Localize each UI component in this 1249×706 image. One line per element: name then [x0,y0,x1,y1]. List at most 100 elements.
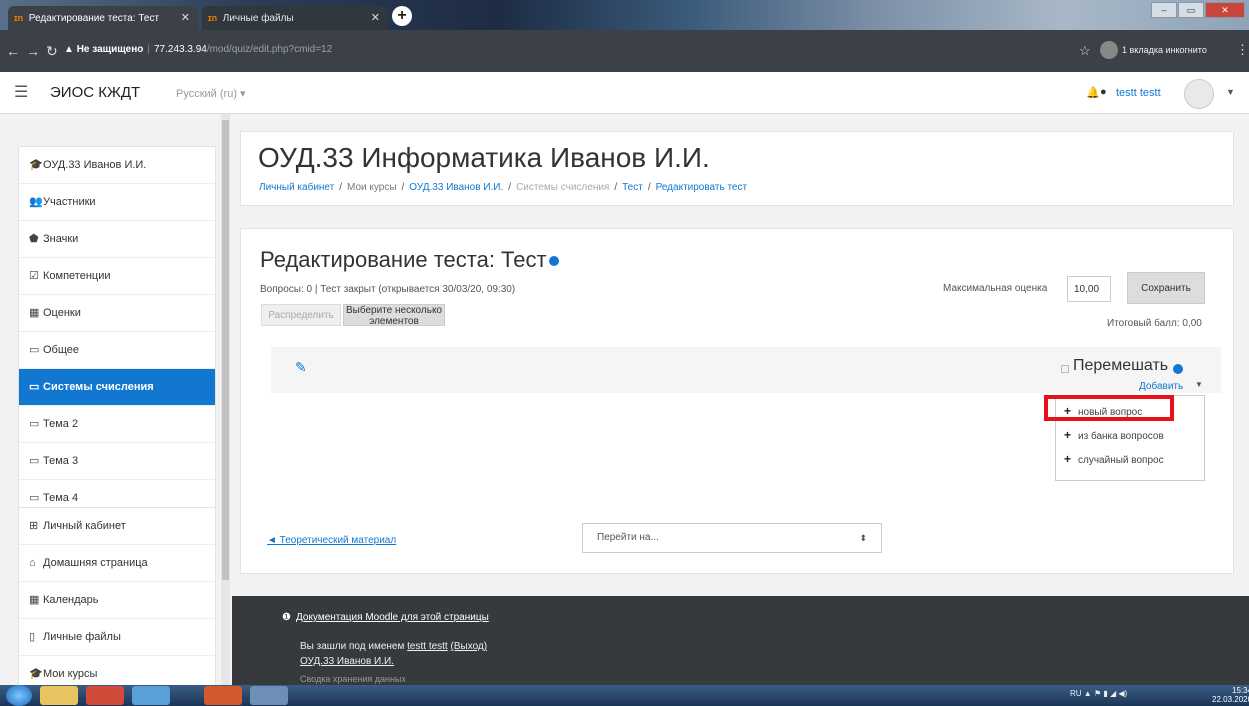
url-path: /mod/quiz/edit.php?cmid=12 [206,44,333,55]
menu-item-from-bank[interactable]: + из банка вопросов [1056,424,1206,446]
site-brand[interactable]: ЭИОС КЖДТ [50,84,140,101]
clock-date: 22.03.2020 [1212,695,1249,704]
moodle-docs-link[interactable]: Документация Moodle для этой страницы [296,612,489,623]
maximize-button[interactable]: ▭ [1178,2,1204,18]
shuffle-checkbox[interactable] [1061,365,1069,373]
reload-icon[interactable]: ↻ [46,43,58,60]
page-header: ОУД.33 Информатика Иванов И.И. Личный ка… [240,131,1234,206]
page-title: ОУД.33 Информатика Иванов И.И. [258,142,710,173]
menu-item-label: случайный вопрос [1078,455,1164,466]
section-header: ✎ Перемешать Добавить ▼ [271,347,1221,393]
site-nav-group: ⊞ Личный кабинет ⌂ Домашняя страница ▦ Кале… [18,507,216,685]
language-menu[interactable]: Русский (ru) ▾ [176,87,246,100]
browser-menu-icon[interactable]: ⋮ [1236,42,1249,58]
drawer-item-topic-2[interactable]: ▭ Тема 2 [19,406,215,443]
hamburger-menu-icon[interactable]: ☰ [14,82,28,102]
menu-item-random-question[interactable]: + случайный вопрос [1056,448,1206,470]
chevron-down-icon[interactable]: ▼ [1195,380,1203,389]
menu-item-label: из банка вопросов [1078,431,1164,442]
drawer-item-label: Личный кабинет [43,520,126,532]
max-grade-input[interactable] [1067,276,1111,302]
drawer-item-home[interactable]: ⌂ Домашняя страница [19,545,215,582]
add-menu-toggle[interactable]: Добавить [1139,381,1183,392]
drawer-item-badges[interactable]: ⬟ Значки [19,221,215,258]
scrollbar-thumb[interactable] [222,120,229,580]
windows-taskbar: RU ▲ ⚑ ▮ ◢ ◀) 15:34 22.03.2020 [0,685,1249,706]
plus-icon: + [1064,452,1072,466]
breadcrumb-course[interactable]: ОУД.33 Иванов И.И. [409,182,503,193]
tab-label: Личные файлы [222,13,294,24]
minimize-button[interactable]: – [1151,2,1177,18]
close-tab-icon[interactable]: ✕ [371,6,380,30]
jump-to-select[interactable]: Перейти на... ⬍ [582,523,882,553]
window-icon[interactable] [250,686,288,705]
url-host: 77.243.3.94 [154,44,207,55]
drawer-item-number-systems[interactable]: ▭ Системы счисления [19,369,215,406]
save-button[interactable]: Сохранить [1127,272,1205,304]
back-icon[interactable]: ← [6,43,20,59]
quiz-edit-panel: Редактирование теста: Тест Вопросы: 0 | … [240,228,1234,574]
drawer-scrollbar[interactable] [221,114,230,685]
breadcrumb-edit-quiz[interactable]: Редактировать тест [656,182,747,193]
media-icon[interactable] [132,686,170,705]
table-icon: ▦ [29,307,40,319]
drawer-item-private-files[interactable]: ▯ Личные файлы [19,619,215,656]
close-window-button[interactable]: ✕ [1205,2,1245,18]
browser-tab-bar: ɪn Редактирование теста: Тест ✕ ɪn Личны… [0,0,1249,30]
drawer-item-participants[interactable]: 👥Участники [19,184,215,221]
explorer-icon[interactable] [40,686,78,705]
drawer-item-course[interactable]: 🎓ОУД.33 Иванов И.И. [19,147,215,184]
bookmark-star-icon[interactable]: ☆ [1079,43,1091,59]
course-nav-group: 🎓ОУД.33 Иванов И.И. 👥Участники ⬟ Значки ☑… [18,146,216,518]
chrome-icon[interactable] [86,686,124,705]
drawer-item-general[interactable]: ▭ Общее [19,332,215,369]
total-grade: Итоговый балл: 0,00 [1107,318,1202,329]
breadcrumb-section: Системы счисления [516,182,610,193]
select-multiple-button[interactable]: Выберите несколько элементов [343,304,445,327]
url-field[interactable]: ▲ Не защищено | 77.243.3.94/mod/quiz/edit.… [64,44,332,55]
folder-icon: ▭ [29,418,40,430]
help-icon[interactable] [1173,364,1183,374]
start-button[interactable] [6,685,32,706]
drawer-item-label: Компетенции [43,270,111,282]
plus-icon: + [1064,428,1072,442]
address-bar: ← → ↻ ▲ Не защищено | 77.243.3.94/mod/quiz… [0,30,1249,72]
chevron-down-icon[interactable]: ▼ [1226,87,1235,97]
drawer-item-dashboard[interactable]: ⊞ Личный кабинет [19,508,215,545]
tab-personal-files[interactable]: ɪn Личные файлы ✕ [202,6,388,30]
user-name[interactable]: testt testt [1116,87,1161,99]
language-indicator[interactable]: RU [1070,689,1082,698]
breadcrumb: Личный кабинет / Мои курсы / ОУД.33 Иванов И… [259,182,748,193]
drawer-item-label: Календарь [43,594,99,606]
drawer-item-my-courses[interactable]: 🎓Мои курсы [19,656,215,685]
logout-link[interactable]: (Выход) [451,641,488,652]
help-icon[interactable] [548,256,559,267]
powerpoint-icon[interactable] [204,686,242,705]
breadcrumb-dashboard[interactable]: Личный кабинет [259,182,334,193]
breadcrumb-quiz[interactable]: Тест [622,182,643,193]
close-tab-icon[interactable]: ✕ [181,6,190,30]
quiz-edit-title-text: Редактирование теста: Тест [260,247,547,272]
drawer-item-grades[interactable]: ▦ Оценки [19,295,215,332]
messages-icon[interactable]: ● [1100,86,1107,98]
data-retention-link[interactable]: Сводка хранения данных [300,674,406,684]
folder-icon: ▭ [29,381,40,393]
footer-course-link[interactable]: ОУД.33 Иванов И.И. [300,656,394,667]
drawer-item-competencies[interactable]: ☑ Компетенции [19,258,215,295]
incognito-indicator[interactable]: 1 вкладка инкогнито [1100,40,1207,60]
drawer-item-label: Мои курсы [43,668,98,680]
pencil-icon[interactable]: ✎ [295,359,307,376]
chevron-updown-icon: ⬍ [859,533,867,543]
notifications-icon[interactable]: 🔔 [1086,86,1100,99]
profile-link[interactable]: testt testt [407,641,448,652]
previous-activity-link[interactable]: ◄ Теоретический материал [267,535,396,546]
avatar[interactable] [1184,79,1214,109]
tab-quiz-edit[interactable]: ɪn Редактирование теста: Тест ✕ [8,6,198,30]
page-footer: ❶ Документация Moodle для этой страницы … [232,596,1249,685]
new-tab-button[interactable]: + [392,6,412,26]
drawer-item-calendar[interactable]: ▦ Календарь [19,582,215,619]
volume-icon[interactable]: ▲ ⚑ ▮ ◢ ◀) [1084,689,1127,698]
clock[interactable]: 15:34 22.03.2020 [1212,686,1249,704]
drawer-item-topic-3[interactable]: ▭ Тема 3 [19,443,215,480]
forward-icon[interactable]: → [26,43,40,59]
